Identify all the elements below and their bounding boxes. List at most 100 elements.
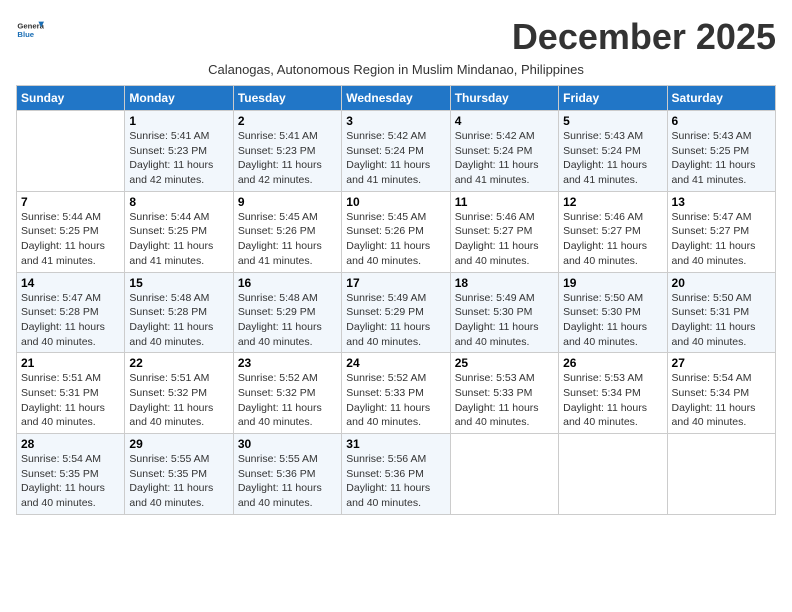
page-header: General Blue December 2025 [16,16,776,58]
day-number: 8 [129,195,228,209]
day-number: 21 [21,356,120,370]
day-number: 15 [129,276,228,290]
day-info: Sunrise: 5:43 AMSunset: 5:25 PMDaylight:… [672,129,771,188]
calendar-cell [17,111,125,192]
day-number: 1 [129,114,228,128]
day-number: 4 [455,114,554,128]
month-title: December 2025 [512,16,776,58]
day-number: 3 [346,114,445,128]
day-info: Sunrise: 5:46 AMSunset: 5:27 PMDaylight:… [563,210,662,269]
svg-text:Blue: Blue [17,30,34,39]
day-info: Sunrise: 5:56 AMSunset: 5:36 PMDaylight:… [346,452,445,511]
logo: General Blue [16,16,46,44]
general-blue-logo-icon: General Blue [16,16,44,44]
calendar-cell: 10Sunrise: 5:45 AMSunset: 5:26 PMDayligh… [342,191,450,272]
calendar-cell: 7Sunrise: 5:44 AMSunset: 5:25 PMDaylight… [17,191,125,272]
day-info: Sunrise: 5:51 AMSunset: 5:31 PMDaylight:… [21,371,120,430]
day-number: 23 [238,356,337,370]
day-info: Sunrise: 5:49 AMSunset: 5:30 PMDaylight:… [455,291,554,350]
day-number: 13 [672,195,771,209]
calendar-cell: 6Sunrise: 5:43 AMSunset: 5:25 PMDaylight… [667,111,775,192]
day-info: Sunrise: 5:52 AMSunset: 5:33 PMDaylight:… [346,371,445,430]
day-number: 20 [672,276,771,290]
day-number: 10 [346,195,445,209]
day-number: 11 [455,195,554,209]
calendar-cell: 23Sunrise: 5:52 AMSunset: 5:32 PMDayligh… [233,353,341,434]
day-number: 25 [455,356,554,370]
calendar-header-saturday: Saturday [667,86,775,111]
calendar-cell: 20Sunrise: 5:50 AMSunset: 5:31 PMDayligh… [667,272,775,353]
day-number: 30 [238,437,337,451]
day-number: 14 [21,276,120,290]
day-info: Sunrise: 5:48 AMSunset: 5:29 PMDaylight:… [238,291,337,350]
calendar-cell: 9Sunrise: 5:45 AMSunset: 5:26 PMDaylight… [233,191,341,272]
calendar-cell: 21Sunrise: 5:51 AMSunset: 5:31 PMDayligh… [17,353,125,434]
calendar-cell: 28Sunrise: 5:54 AMSunset: 5:35 PMDayligh… [17,434,125,515]
calendar-cell: 5Sunrise: 5:43 AMSunset: 5:24 PMDaylight… [559,111,667,192]
calendar-cell: 4Sunrise: 5:42 AMSunset: 5:24 PMDaylight… [450,111,558,192]
day-info: Sunrise: 5:47 AMSunset: 5:27 PMDaylight:… [672,210,771,269]
day-number: 17 [346,276,445,290]
calendar-week-row: 14Sunrise: 5:47 AMSunset: 5:28 PMDayligh… [17,272,776,353]
calendar-table: SundayMondayTuesdayWednesdayThursdayFrid… [16,85,776,515]
calendar-cell: 2Sunrise: 5:41 AMSunset: 5:23 PMDaylight… [233,111,341,192]
day-info: Sunrise: 5:44 AMSunset: 5:25 PMDaylight:… [21,210,120,269]
day-number: 26 [563,356,662,370]
day-number: 6 [672,114,771,128]
calendar-cell [559,434,667,515]
calendar-week-row: 28Sunrise: 5:54 AMSunset: 5:35 PMDayligh… [17,434,776,515]
calendar-cell: 12Sunrise: 5:46 AMSunset: 5:27 PMDayligh… [559,191,667,272]
day-info: Sunrise: 5:45 AMSunset: 5:26 PMDaylight:… [238,210,337,269]
location-subtitle: Calanogas, Autonomous Region in Muslim M… [16,62,776,77]
day-info: Sunrise: 5:55 AMSunset: 5:36 PMDaylight:… [238,452,337,511]
calendar-cell: 1Sunrise: 5:41 AMSunset: 5:23 PMDaylight… [125,111,233,192]
day-info: Sunrise: 5:50 AMSunset: 5:31 PMDaylight:… [672,291,771,350]
calendar-cell: 13Sunrise: 5:47 AMSunset: 5:27 PMDayligh… [667,191,775,272]
day-info: Sunrise: 5:54 AMSunset: 5:35 PMDaylight:… [21,452,120,511]
day-number: 22 [129,356,228,370]
day-number: 24 [346,356,445,370]
day-info: Sunrise: 5:42 AMSunset: 5:24 PMDaylight:… [455,129,554,188]
day-info: Sunrise: 5:43 AMSunset: 5:24 PMDaylight:… [563,129,662,188]
day-info: Sunrise: 5:48 AMSunset: 5:28 PMDaylight:… [129,291,228,350]
calendar-cell: 27Sunrise: 5:54 AMSunset: 5:34 PMDayligh… [667,353,775,434]
day-number: 2 [238,114,337,128]
calendar-week-row: 21Sunrise: 5:51 AMSunset: 5:31 PMDayligh… [17,353,776,434]
day-number: 19 [563,276,662,290]
calendar-cell: 18Sunrise: 5:49 AMSunset: 5:30 PMDayligh… [450,272,558,353]
calendar-cell: 29Sunrise: 5:55 AMSunset: 5:35 PMDayligh… [125,434,233,515]
calendar-cell: 11Sunrise: 5:46 AMSunset: 5:27 PMDayligh… [450,191,558,272]
day-info: Sunrise: 5:41 AMSunset: 5:23 PMDaylight:… [238,129,337,188]
calendar-header-monday: Monday [125,86,233,111]
day-number: 18 [455,276,554,290]
calendar-header-thursday: Thursday [450,86,558,111]
calendar-header-wednesday: Wednesday [342,86,450,111]
day-info: Sunrise: 5:51 AMSunset: 5:32 PMDaylight:… [129,371,228,430]
calendar-header-sunday: Sunday [17,86,125,111]
day-number: 7 [21,195,120,209]
calendar-cell: 15Sunrise: 5:48 AMSunset: 5:28 PMDayligh… [125,272,233,353]
day-info: Sunrise: 5:55 AMSunset: 5:35 PMDaylight:… [129,452,228,511]
calendar-week-row: 1 Sunrise: 5:41 AMSunset: 5:23 PMDaylight… [17,111,776,192]
calendar-cell: 22Sunrise: 5:51 AMSunset: 5:32 PMDayligh… [125,353,233,434]
day-info: Sunrise: 5:53 AMSunset: 5:33 PMDaylight:… [455,371,554,430]
calendar-cell: 14Sunrise: 5:47 AMSunset: 5:28 PMDayligh… [17,272,125,353]
day-number: 31 [346,437,445,451]
calendar-cell: 31Sunrise: 5:56 AMSunset: 5:36 PMDayligh… [342,434,450,515]
day-number: 27 [672,356,771,370]
calendar-cell [667,434,775,515]
calendar-cell: 3Sunrise: 5:42 AMSunset: 5:24 PMDaylight… [342,111,450,192]
calendar-header-friday: Friday [559,86,667,111]
day-info: Sunrise: 5:46 AMSunset: 5:27 PMDaylight:… [455,210,554,269]
day-number: 12 [563,195,662,209]
day-info: Sunrise: 5:49 AMSunset: 5:29 PMDaylight:… [346,291,445,350]
calendar-header-row: SundayMondayTuesdayWednesdayThursdayFrid… [17,86,776,111]
day-info: Sunrise: 5:42 AMSunset: 5:24 PMDaylight:… [346,129,445,188]
calendar-header-tuesday: Tuesday [233,86,341,111]
calendar-cell: 19Sunrise: 5:50 AMSunset: 5:30 PMDayligh… [559,272,667,353]
day-number: 5 [563,114,662,128]
day-info: Sunrise: 5:47 AMSunset: 5:28 PMDaylight:… [21,291,120,350]
day-number: 28 [21,437,120,451]
calendar-cell: 8Sunrise: 5:44 AMSunset: 5:25 PMDaylight… [125,191,233,272]
day-info: Sunrise: 5:44 AMSunset: 5:25 PMDaylight:… [129,210,228,269]
